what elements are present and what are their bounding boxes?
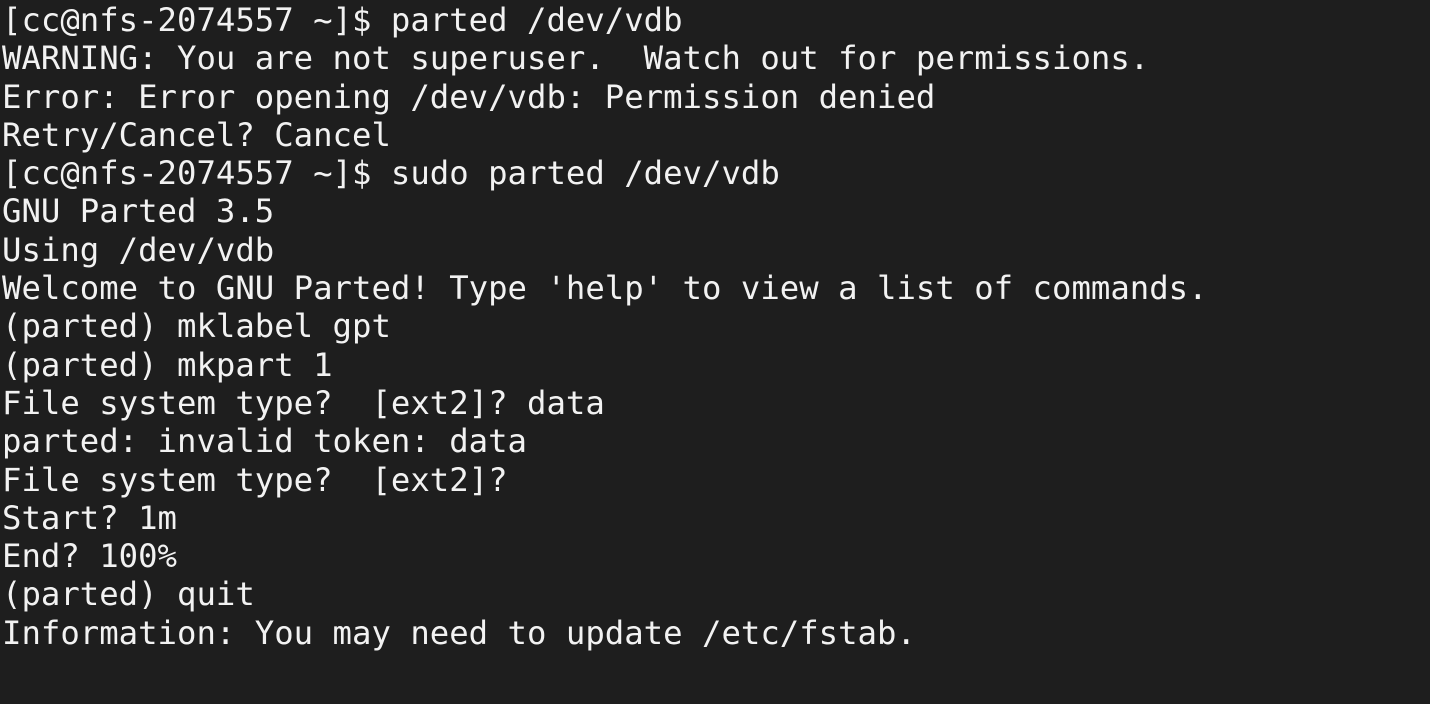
terminal-line: WARNING: You are not superuser. Watch ou… [2,39,1150,78]
terminal-window[interactable]: [cc@nfs-2074557 ~]$ parted /dev/vdb WARN… [0,0,1430,704]
terminal-line: [cc@nfs-2074557 ~]$ parted /dev/vdb [2,1,683,39]
terminal-line: (parted) mkpart 1 [2,345,333,384]
terminal-line: File system type? [ext2]? data [2,383,605,422]
terminal-line: File system type? [ext2]? [2,460,508,499]
terminal-line: [cc@nfs-2074557 ~]$ sudo parted /dev/vdb [2,154,780,193]
terminal-line: Start? 1m [2,498,177,537]
terminal-line: Welcome to GNU Parted! Type 'help' to vi… [2,269,1208,308]
terminal-line: parted: invalid token: data [2,422,527,461]
terminal-line: Retry/Cancel? Cancel [2,115,391,154]
terminal-output: [cc@nfs-2074557 ~]$ parted /dev/vdb WARN… [2,1,1208,652]
terminal-line: Error: Error opening /dev/vdb: Permissio… [2,77,936,116]
terminal-line: GNU Parted 3.5 [2,192,275,231]
terminal-line: (parted) quit [2,575,255,614]
terminal-line: Information: You may need to update /etc… [2,613,916,652]
terminal-line: End? 100% [2,537,177,576]
terminal-line: (parted) mklabel gpt [2,307,391,346]
terminal-line: Using /dev/vdb [2,230,275,269]
